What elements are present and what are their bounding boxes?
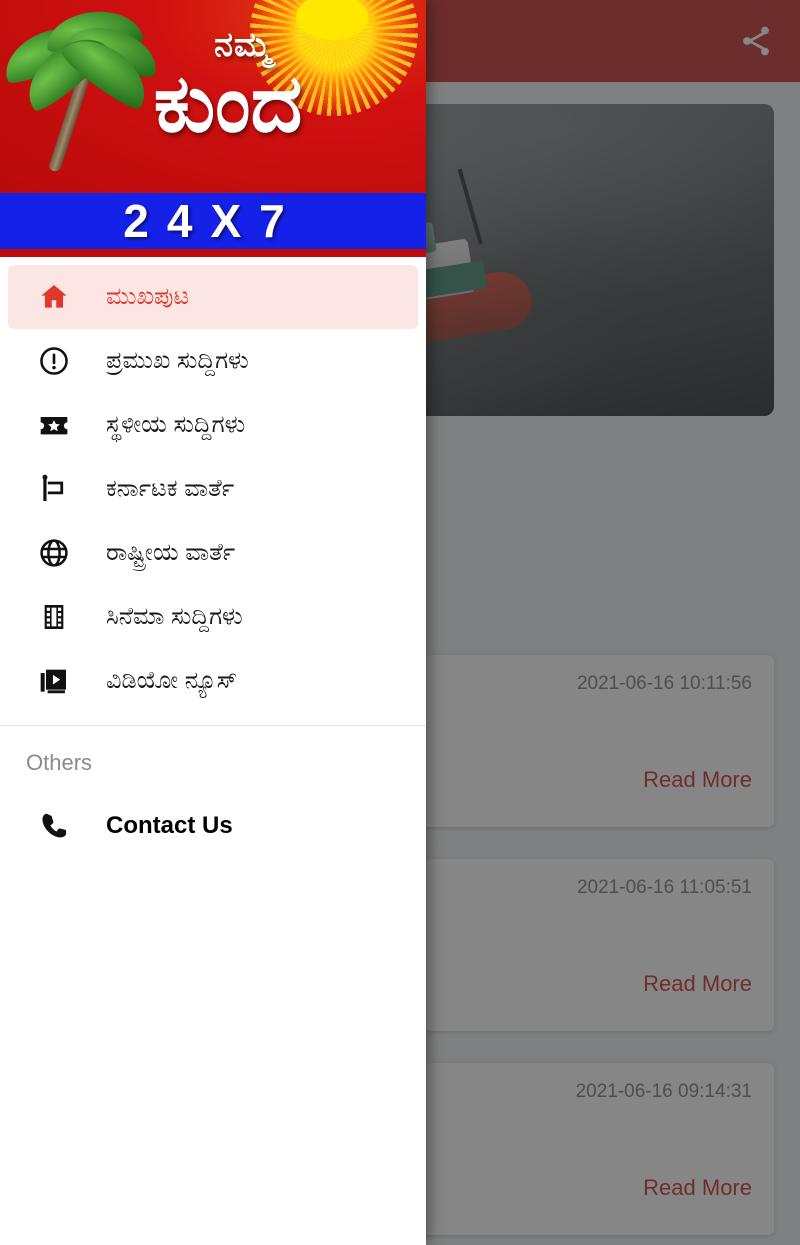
globe-icon [34,533,74,573]
drawer-section-others: Others [26,750,93,775]
sidebar-item-karnataka-news[interactable]: ಕರ್ನಾಟಕ ವಾರ್ತೆ [8,457,418,521]
navigation-drawer: ನಮ್ಮ ಕುಂದ 24X7 ಮುಖಪುಟ ಪ್ರಮುಖ ಸುದ್ದಿಗಳು ಸ… [0,0,426,1245]
app-root: ರ್ಚರಣೆ ಸದ್ಯಕ್ಕೆ ಸ್ಥಗಿತ..! ಭಕ್ತಿಸುಧ 2021-… [0,0,800,1245]
sidebar-item-label: ಮುಖಪುಟ [106,283,190,310]
sidebar-item-contact-us[interactable]: Contact Us [8,794,418,858]
sidebar-item-label: ಪ್ರಮುಖ ಸುದ್ದಿಗಳು [106,347,249,374]
sidebar-item-home[interactable]: ಮುಖಪುಟ [8,265,418,329]
sidebar-item-label: ಸಿನೆಮಾ ಸುದ್ದಿಗಳು [106,603,243,630]
home-icon [34,277,74,317]
film-strip-icon [34,597,74,637]
brand-line-1: ನಮ್ಮ [214,26,272,64]
video-library-icon [34,661,74,701]
phone-icon [34,806,74,846]
sidebar-item-video-news[interactable]: ವಿಡಿಯೋ ನ್ಯೂಸ್ [8,649,418,713]
sidebar-item-label: ಸ್ಥಳೀಯ ಸುದ್ದಿಗಳು [106,411,246,438]
sidebar-item-national-news[interactable]: ರಾಷ್ಟ್ರೀಯ ವಾರ್ತೆ [8,521,418,585]
sidebar-item-cinema-news[interactable]: ಸಿನೆಮಾ ಸುದ್ದಿಗಳು [8,585,418,649]
sidebar-item-label: Contact Us [106,812,233,839]
sidebar-item-label: ವಿಡಿಯೋ ನ್ಯೂಸ್ [106,667,238,694]
flag-icon [34,469,74,509]
sidebar-item-local-news[interactable]: ಸ್ಥಳೀಯ ಸುದ್ದಿಗಳು [8,393,418,457]
ticket-star-icon [34,405,74,445]
sidebar-item-top-news[interactable]: ಪ್ರಮುಖ ಸುದ್ದಿಗಳು [8,329,418,393]
drawer-header-logo: ನಮ್ಮ ಕುಂದ 24X7 [0,0,426,257]
alert-circle-icon [34,341,74,381]
sidebar-item-label: ರಾಷ್ಟ್ರೀಯ ವಾರ್ತೆ [106,539,236,566]
sidebar-item-label: ಕರ್ನಾಟಕ ವಾರ್ತೆ [106,475,235,502]
brand-line-2: ಕುಂದ [153,59,303,148]
drawer-menu: ಮುಖಪುಟ ಪ್ರಮುಖ ಸುದ್ದಿಗಳು ಸ್ಥಳೀಯ ಸುದ್ದಿಗಳು… [0,257,426,858]
brand-wordmark: ನಮ್ಮ ಕುಂದ [0,28,426,144]
brand-24x7-strip: 24X7 [0,193,426,249]
brand-24x7-text: 24X7 [123,195,303,247]
